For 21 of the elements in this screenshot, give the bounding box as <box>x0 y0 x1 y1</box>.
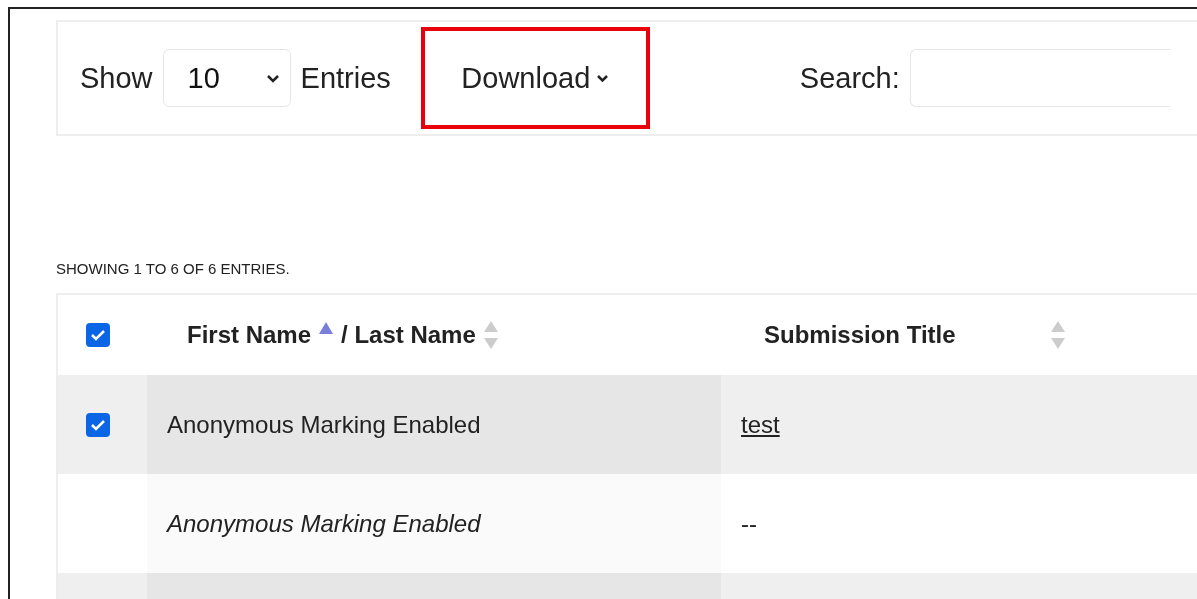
row-checkbox[interactable] <box>86 412 110 437</box>
search-label: Search: <box>799 61 900 95</box>
checkmark-icon <box>90 418 106 431</box>
show-label: Show <box>80 61 153 95</box>
column-header[interactable]: Submission Title <box>764 321 956 349</box>
entries-label: Entries <box>300 61 391 95</box>
search-field[interactable] <box>909 49 1170 107</box>
name-cell: Anonymous Marking Enabled <box>167 509 481 538</box>
download-button[interactable]: Download <box>420 27 650 129</box>
select-all-checkbox[interactable] <box>86 323 110 347</box>
submission-link[interactable]: test <box>741 410 780 439</box>
column-header[interactable]: First Name <box>187 321 312 349</box>
chevron-down-icon <box>265 73 280 83</box>
title-cell: -- <box>741 509 757 538</box>
entries-summary: SHOWING 1 TO 6 OF 6 ENTRIES. <box>56 260 291 277</box>
checkmark-icon <box>90 329 106 341</box>
chevron-down-icon <box>596 73 610 83</box>
name-cell: Anonymous Marking Enabled <box>167 410 481 439</box>
column-header[interactable]: / Last Name <box>341 321 476 349</box>
page-size-select[interactable]: 10 <box>162 49 291 107</box>
sort-ascending-icon[interactable] <box>319 322 334 334</box>
